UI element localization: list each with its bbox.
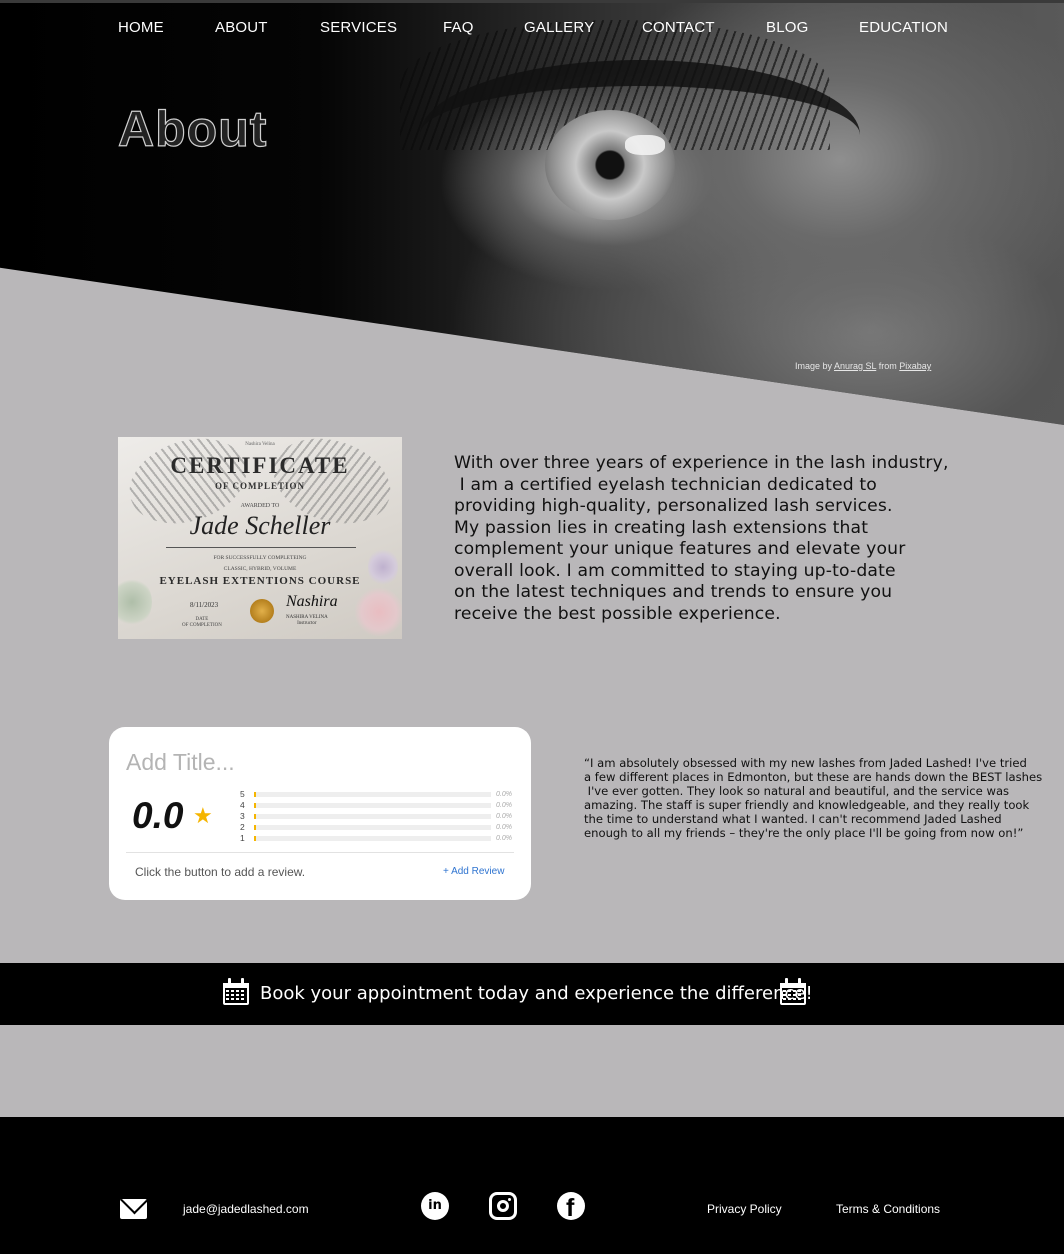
calendar-icon [780,978,806,1005]
rating-row: 4 0.0% [240,800,512,810]
cert-title: CERTIFICATE [170,453,350,478]
page-title: About [117,100,268,157]
nav-services[interactable]: SERVICES [320,19,397,36]
rating-bar [254,803,491,808]
cert-course: EYELASH EXTENTIONS COURSE [159,575,361,587]
testimonial-line: a few different places in Edmonton, but … [584,770,1043,785]
about-line: receive the best possible experience. [454,603,781,624]
credit-source-link[interactable]: Pixabay [899,361,931,371]
nav-about[interactable]: ABOUT [215,19,268,36]
top-nav: HOME ABOUT SERVICES FAQ GALLERY CONTACT … [0,0,1064,52]
review-title-input[interactable]: Add Title... [126,749,235,776]
privacy-policy-link[interactable]: Privacy Policy [707,1202,782,1216]
nav-home[interactable]: HOME [118,19,164,36]
cert-divider [166,547,356,548]
about-line: My passion lies in creating lash extensi… [454,517,869,538]
credit-author-link[interactable]: Anurag SL [834,361,876,371]
testimonial-line: I've ever gotten. They look so natural a… [584,784,1010,799]
nav-education[interactable]: EDUCATION [859,19,948,36]
rating-distribution: 5 0.0% 4 0.0% 3 0.0% 2 0.0% 1 0.0% [240,789,520,844]
rating-row: 1 0.0% [240,833,512,843]
review-average-score: 0.0 [132,795,184,836]
cert-instructor: NASHIRA VELINA Instructor [286,615,328,626]
testimonial-line: amazing. The staff is super friendly and… [584,798,1030,813]
cert-top-text: Nashira Velina [245,442,275,447]
terms-link[interactable]: Terms & Conditions [836,1202,940,1216]
seal-icon [250,599,274,623]
review-widget: Add Title... 0.0 ★ 5 0.0% 4 0.0% 3 0.0% 2 0.… [109,727,531,900]
nav-contact[interactable]: CONTACT [642,19,715,36]
instagram-icon[interactable] [489,1192,517,1220]
cert-signature: Nashira [286,593,338,610]
rating-row: 2 0.0% [240,822,512,832]
mail-icon[interactable] [120,1199,147,1219]
rating-bar [254,825,491,830]
about-line: on the latest techniques and trends to e… [454,582,893,602]
image-credit: Image by Anurag SL from Pixabay [795,361,931,371]
footer: jade@jadedlashed.com in f Privacy Policy… [0,1117,1064,1254]
rating-bar [254,814,491,819]
review-divider [126,852,514,853]
cert-subtitle: OF COMPLETION [215,481,305,491]
about-line: I am a certified eyelash technician dedi… [454,474,877,495]
calendar-icon [223,978,249,1005]
cert-date-label: DATE OF COMPLETION [182,617,222,628]
nav-gallery[interactable]: GALLERY [524,19,594,36]
add-review-button[interactable]: + Add Review [443,866,504,877]
testimonial-line: the time to understand what I wanted. I … [584,812,1002,827]
about-line: With over three years of experience in t… [454,453,949,473]
cert-for: FOR SUCCESSFULLY COMPLETEING CLASSIC, HYB… [213,555,307,572]
nav-faq[interactable]: FAQ [443,19,474,36]
rating-row: 3 0.0% [240,811,512,821]
testimonial-line: “I am absolutely obsessed with my new la… [584,756,1027,770]
rating-row: 5 0.0% [240,789,512,799]
rating-bar [254,792,491,797]
testimonial-line: enough to all my friends – they're the o… [584,826,1024,841]
about-line: overall look. I am committed to staying … [454,560,896,581]
cert-recipient-name: Jade Scheller [189,511,331,540]
credit-prefix: Image by [795,361,835,371]
about-paragraph: With over three years of experience in t… [454,453,949,625]
cert-awarded: AWARDED TO [240,503,280,509]
spacer-strip [0,1025,1055,1118]
booking-banner[interactable]: Book your appointment today and experien… [0,963,1064,1025]
star-icon: ★ [193,803,213,828]
footer-email[interactable]: jade@jadedlashed.com [183,1202,309,1216]
testimonial-quote: “I am absolutely obsessed with my new la… [584,756,1043,841]
booking-text[interactable]: Book your appointment today and experien… [260,983,813,1004]
certificate-image: Nashira Velina CERTIFICATE OF COMPLETION… [118,437,402,639]
rating-bar [254,836,491,841]
review-hint: Click the button to add a review. [135,865,306,879]
about-line: providing high-quality, personalized las… [454,496,893,516]
facebook-icon[interactable]: f [557,1192,585,1220]
about-line: complement your unique features and elev… [454,539,906,559]
nav-blog[interactable]: BLOG [766,19,808,36]
cert-date: 8/11/2023 [190,601,219,609]
linkedin-icon[interactable]: in [421,1192,449,1220]
credit-mid: from [876,361,900,371]
